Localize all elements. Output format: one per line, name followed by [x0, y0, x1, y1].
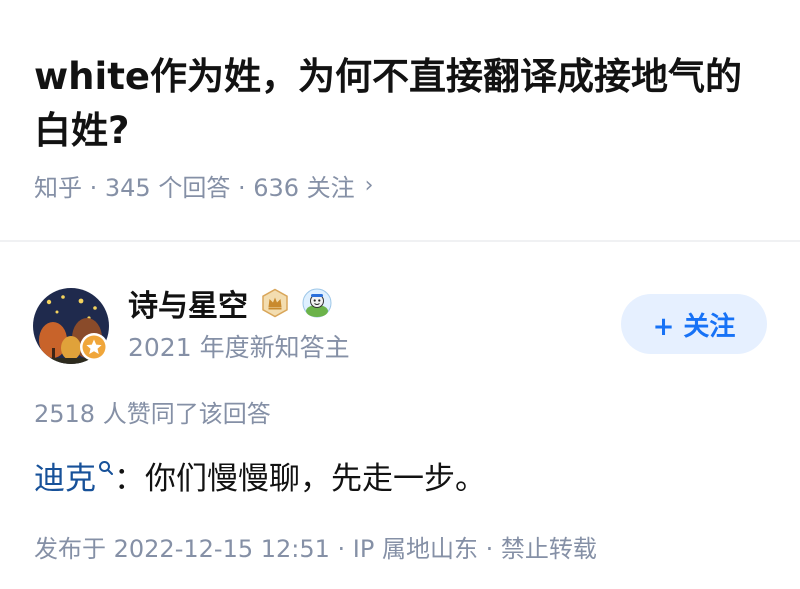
- question-meta[interactable]: 知乎 · 345 个回答 · 636 关注 ›: [34, 168, 373, 202]
- question-meta-text: 知乎 · 345 个回答 · 636 关注: [34, 173, 355, 202]
- mention-link[interactable]: 迪克: [34, 456, 114, 502]
- question-title[interactable]: white作为姓，为何不直接翻译成接地气的白姓?: [34, 50, 774, 158]
- vote-count: 2518 人赞同了该回答: [34, 400, 271, 428]
- mention-text: 迪克: [34, 461, 96, 497]
- golden-crown-icon[interactable]: [260, 288, 290, 318]
- creator-badge-icon: [79, 332, 109, 362]
- cartoon-character-icon[interactable]: [302, 288, 332, 318]
- follow-button[interactable]: + 关注: [621, 294, 767, 354]
- author-row: 诗与星空: [128, 282, 332, 324]
- answer-content: 迪克 ：你们慢慢聊，先走一步。: [34, 456, 486, 502]
- search-icon: [99, 461, 113, 475]
- post-meta: 发布于 2022-12-15 12:51 · IP 属地山东 · 禁止转载: [34, 535, 597, 563]
- author-subtitle: 2021 年度新知答主: [128, 333, 350, 362]
- section-divider: [0, 240, 800, 242]
- author-name[interactable]: 诗与星空: [128, 281, 248, 325]
- chevron-right-icon: ›: [364, 172, 374, 198]
- answer-text: ：你们慢慢聊，先走一步。: [114, 461, 486, 497]
